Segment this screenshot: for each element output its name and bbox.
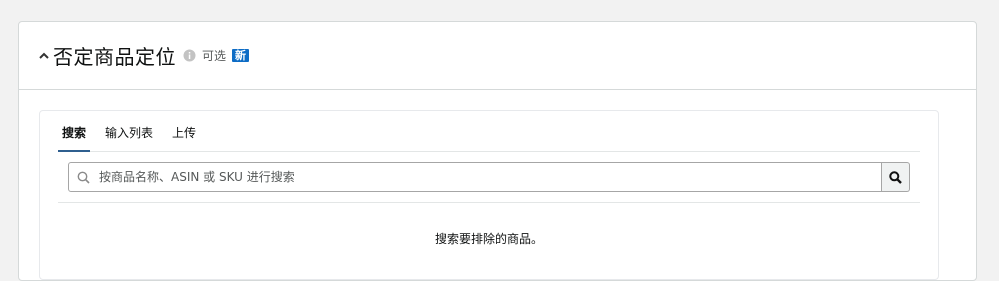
search-input[interactable]: [99, 170, 859, 184]
search-row: [68, 162, 910, 192]
collapse-toggle[interactable]: [37, 49, 51, 63]
chevron-up-icon: [39, 52, 49, 59]
targeting-panel: 搜索 输入列表 上传 搜索要排除的商: [39, 110, 939, 280]
divider: [58, 202, 920, 203]
card-header: 否定商品定位 可选 新: [19, 22, 976, 90]
search-icon: [77, 171, 90, 184]
search-button[interactable]: [882, 162, 910, 192]
tab-search[interactable]: 搜索: [58, 124, 91, 152]
tab-bar: 搜索 输入列表 上传: [58, 111, 920, 152]
search-icon: [889, 170, 902, 184]
empty-state-message: 搜索要排除的商品。: [434, 232, 543, 246]
negative-product-targeting-card: 否定商品定位 可选 新 搜索 输入列表 上传 按商品名称、ASIN 或 SKU …: [18, 21, 977, 281]
section-title: 否定商品定位: [53, 45, 176, 69]
info-icon[interactable]: [183, 49, 196, 62]
tab-enter-list[interactable]: 输入列表: [101, 124, 157, 151]
optional-label: 可选: [202, 49, 227, 63]
new-badge: 新: [232, 49, 250, 62]
tab-upload[interactable]: 上传: [168, 124, 200, 151]
search-field[interactable]: [68, 162, 882, 192]
